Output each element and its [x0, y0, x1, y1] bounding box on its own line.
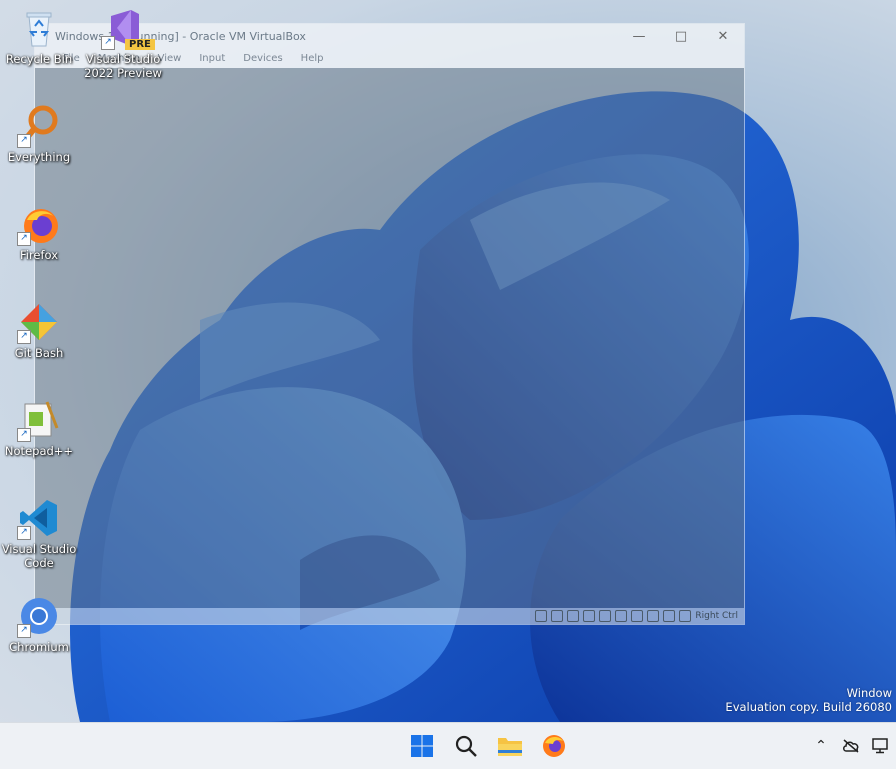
shortcut-arrow-icon: ↗ [101, 36, 115, 50]
desktop-icon-visual-studio-preview[interactable]: PRE ↗ Visual Studio 2022 Preview [84, 6, 162, 80]
vbox-statusbar: Right Ctrl [35, 608, 744, 624]
desktop-icon-vscode[interactable]: ↗ Visual Studio Code [0, 496, 78, 570]
desktop-icon-firefox[interactable]: ↗ Firefox [0, 202, 78, 262]
shortcut-arrow-icon: ↗ [17, 330, 31, 344]
minimize-icon[interactable]: — [618, 29, 660, 44]
network-icon[interactable] [583, 610, 596, 622]
watermark-line-1: Window [846, 686, 892, 700]
desktop-icon-git-bash[interactable]: ↗ Git Bash [0, 300, 78, 360]
usb-icon[interactable] [599, 610, 612, 622]
taskbar-apps [404, 729, 572, 763]
system-tray: ⌃ [806, 729, 896, 763]
search-icon[interactable] [448, 729, 484, 763]
shortcut-arrow-icon: ↗ [17, 232, 31, 246]
notepad-plus-plus-icon: ↗ [17, 398, 61, 442]
desktop-icon-label: Everything [7, 150, 71, 164]
menu-input[interactable]: Input [199, 53, 225, 64]
close-icon[interactable]: ✕ [702, 29, 744, 44]
shared-folders-icon[interactable] [615, 610, 628, 622]
firefox-taskbar-icon[interactable] [536, 729, 572, 763]
virtualbox-window[interactable]: Windows 11 [Running] - Oracle VM Virtual… [34, 23, 745, 625]
shortcut-arrow-icon: ↗ [17, 134, 31, 148]
firefox-icon: ↗ [17, 202, 61, 246]
hard-disk-icon[interactable] [535, 610, 548, 622]
desktop-icon-label: Visual Studio Code [1, 542, 77, 570]
optical-drive-icon[interactable] [551, 610, 564, 622]
desktop-icon-label: Notepad++ [4, 444, 74, 458]
vm-display[interactable] [35, 68, 744, 608]
display-icon[interactable] [866, 729, 896, 763]
desktop-icon-label: Git Bash [14, 346, 64, 360]
desktop-icon-label: Chromium [9, 640, 69, 654]
watermark-line-2: Evaluation copy. Build 26080 [725, 700, 892, 714]
visual-studio-icon: PRE ↗ [101, 6, 155, 50]
chromium-icon: ↗ [17, 594, 61, 638]
git-bash-icon: ↗ [17, 300, 61, 344]
vscode-icon: ↗ [17, 496, 61, 540]
cpu-icon[interactable] [663, 610, 676, 622]
desktop-icon-chromium[interactable]: ↗ Chromium [0, 594, 78, 654]
mouse-integration-icon[interactable] [679, 610, 692, 622]
shortcut-arrow-icon: ↗ [17, 526, 31, 540]
menu-devices[interactable]: Devices [243, 53, 282, 64]
preview-badge: PRE [125, 39, 155, 50]
evaluation-watermark: Window Evaluation copy. Build 26080 [725, 686, 892, 714]
desktop-icon-label: Recycle Bin [5, 52, 73, 66]
file-explorer-icon[interactable] [492, 729, 528, 763]
start-icon[interactable] [404, 729, 440, 763]
desktop-icon-label: Visual Studio 2022 Preview [84, 52, 162, 80]
shortcut-arrow-icon: ↗ [17, 624, 31, 638]
everything-search-icon: ↗ [17, 104, 61, 148]
taskbar: ⌃ [0, 722, 896, 769]
chevron-up-icon[interactable]: ⌃ [806, 729, 836, 763]
audio-icon[interactable] [567, 610, 580, 622]
desktop-icon-notepad-plus-plus[interactable]: ↗ Notepad++ [0, 398, 78, 458]
cloud-icon[interactable] [836, 729, 866, 763]
display-settings-icon[interactable] [631, 610, 644, 622]
desktop-icon-everything[interactable]: ↗ Everything [0, 104, 78, 164]
menu-help[interactable]: Help [301, 53, 324, 64]
host-key-label: Right Ctrl [695, 611, 738, 621]
desktop-icon-recycle-bin[interactable]: Recycle Bin [0, 6, 78, 66]
desktop-icon-label: Firefox [19, 248, 59, 262]
maximize-icon[interactable]: □ [660, 29, 702, 44]
recording-icon[interactable] [647, 610, 660, 622]
shortcut-arrow-icon: ↗ [17, 428, 31, 442]
recycle-bin-icon [17, 6, 61, 50]
